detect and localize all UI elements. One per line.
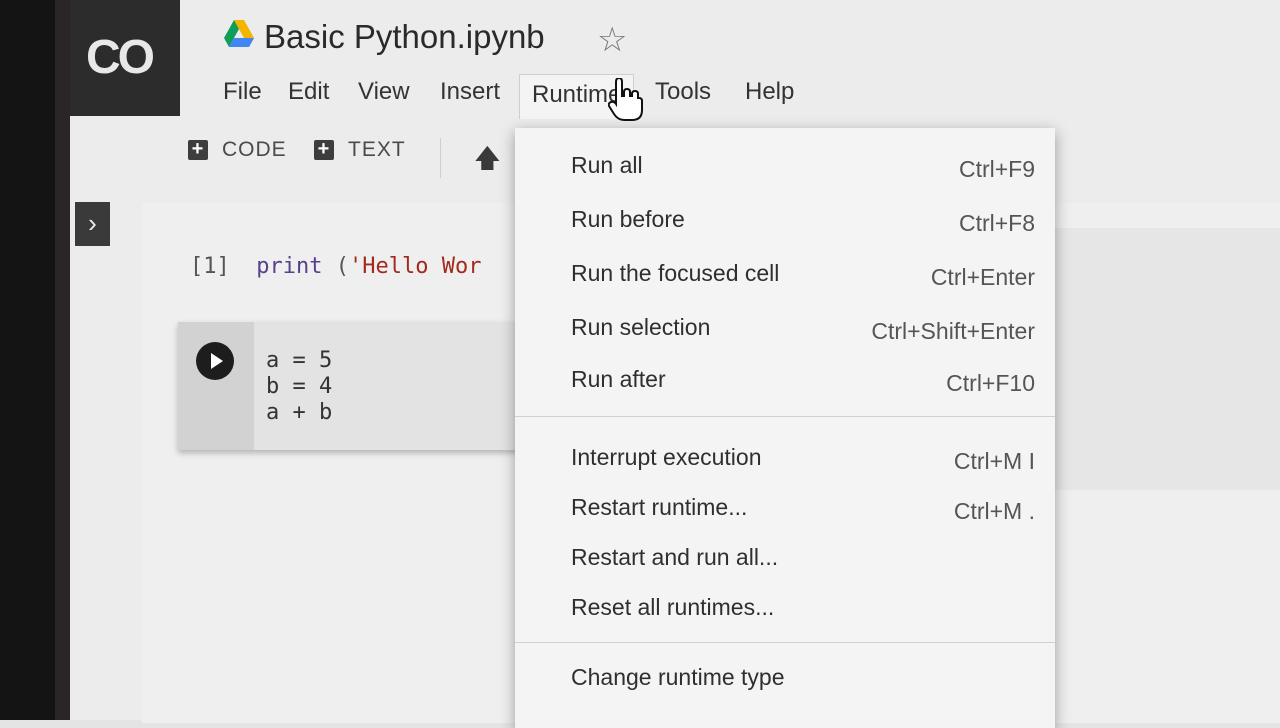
menu-divider <box>515 416 1055 417</box>
star-icon[interactable]: ☆ <box>597 20 627 60</box>
colab-app: CO Basic Python.ipynb ☆ File Edit View I… <box>70 0 1280 728</box>
code-line: a + b <box>266 400 333 425</box>
colab-logo[interactable]: CO <box>70 0 180 116</box>
menu-item-label: Run after <box>571 366 666 392</box>
menu-file[interactable]: File <box>223 74 262 110</box>
menu-item-shortcut: Ctrl+M I <box>953 448 1035 474</box>
menu-item-label: Restart and run all... <box>571 544 779 570</box>
logo-text: CO <box>86 31 155 84</box>
code-string: 'Hello Wor <box>348 254 482 279</box>
menu-run-selection[interactable]: Run selection Ctrl+Shift+Enter <box>515 304 1055 354</box>
menu-restart-and-run-all[interactable]: Restart and run all... <box>515 534 1055 584</box>
runtime-menu: Run all Ctrl+F9 Run before Ctrl+F8 Run t… <box>515 128 1055 728</box>
menu-reset-all-runtimes[interactable]: Reset all runtimes... <box>515 584 1055 634</box>
menu-run-focused-cell[interactable]: Run the focused cell Ctrl+Enter <box>515 250 1055 300</box>
chevron-right-icon[interactable]: › <box>75 202 110 246</box>
add-text-label: TEXT <box>348 138 406 161</box>
menu-item-shortcut: Ctrl+F9 <box>958 156 1035 182</box>
menu-help[interactable]: Help <box>745 74 794 110</box>
menu-item-label: Run the focused cell <box>571 260 780 286</box>
google-drive-icon <box>224 20 254 47</box>
notebook-title[interactable]: Basic Python.ipynb <box>264 18 545 56</box>
code-cell-2[interactable]: a = 5 b = 4 a + b <box>178 322 518 450</box>
menu-view[interactable]: View <box>358 74 410 110</box>
menu-item-shortcut: Ctrl+F8 <box>958 210 1035 236</box>
code-cell-1[interactable]: [1] print ('Hello Wor <box>190 254 481 279</box>
menu-item-label: Run selection <box>571 314 711 340</box>
exec-count: [1] <box>190 254 230 279</box>
monitor-bezel-edge <box>55 0 70 720</box>
cell-background <box>1030 228 1280 490</box>
add-text-button[interactable]: + TEXT <box>314 138 406 162</box>
code-keyword: print <box>256 254 323 279</box>
code-paren: ( <box>322 254 349 279</box>
menu-item-label: Restart runtime... <box>571 494 748 520</box>
menu-insert[interactable]: Insert <box>440 74 500 110</box>
menu-restart-runtime[interactable]: Restart runtime... Ctrl+M . <box>515 484 1055 534</box>
menu-interrupt-execution[interactable]: Interrupt execution Ctrl+M I <box>515 434 1055 484</box>
plus-icon: + <box>188 139 208 160</box>
menu-item-shortcut: Ctrl+Shift+Enter <box>871 318 1035 344</box>
menu-item-shortcut: Ctrl+M . <box>953 498 1035 524</box>
menu-item-label: Change runtime type <box>571 664 785 690</box>
menu-run-before[interactable]: Run before Ctrl+F8 <box>515 196 1055 246</box>
add-code-label: CODE <box>222 138 287 161</box>
cell-gutter <box>178 322 254 450</box>
menu-run-after[interactable]: Run after Ctrl+F10 <box>515 356 1055 406</box>
menu-item-shortcut: Ctrl+Enter <box>930 264 1035 290</box>
add-code-button[interactable]: + CODE <box>188 138 287 162</box>
code-line: b = 4 <box>266 374 333 399</box>
menu-edit[interactable]: Edit <box>288 74 329 110</box>
menu-item-label: Run all <box>571 152 643 178</box>
menu-divider <box>515 642 1055 643</box>
menu-change-runtime-type[interactable]: Change runtime type <box>515 654 1055 704</box>
menu-item-shortcut: Ctrl+F10 <box>946 370 1035 396</box>
play-icon[interactable] <box>196 342 234 380</box>
plus-icon: + <box>314 139 334 160</box>
hand-pointer-icon <box>608 78 643 121</box>
menu-tools[interactable]: Tools <box>655 74 711 110</box>
menu-item-label: Reset all runtimes... <box>571 594 775 620</box>
toolbar-divider <box>440 138 441 178</box>
arrow-up-icon[interactable]: 🡅 <box>474 140 501 184</box>
menu-item-label: Run before <box>571 206 685 232</box>
menu-item-label: Interrupt execution <box>571 444 762 470</box>
code-line: a = 5 <box>266 348 333 373</box>
menu-run-all[interactable]: Run all Ctrl+F9 <box>515 142 1055 192</box>
